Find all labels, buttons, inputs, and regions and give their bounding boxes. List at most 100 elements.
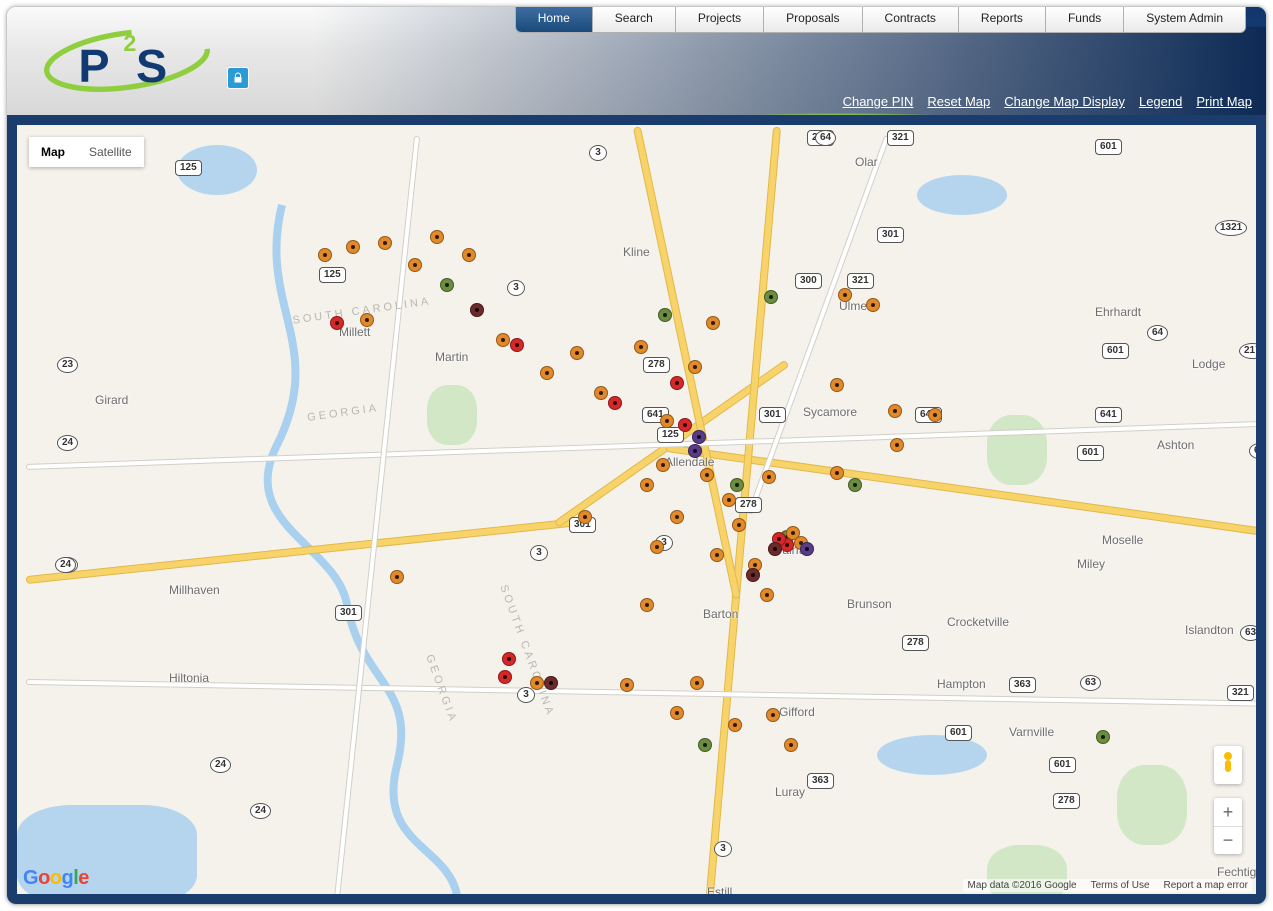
map-marker[interactable] xyxy=(830,378,844,392)
nav-tab-home[interactable]: Home xyxy=(516,7,593,32)
map-marker[interactable] xyxy=(346,240,360,254)
map-marker[interactable] xyxy=(640,598,654,612)
map-marker[interactable] xyxy=(510,338,524,352)
route-shield: 301 xyxy=(335,605,362,621)
map-marker[interactable] xyxy=(700,468,714,482)
map-marker[interactable] xyxy=(766,708,780,722)
map-marker[interactable] xyxy=(502,652,516,666)
map-marker[interactable] xyxy=(866,298,880,312)
town-label: Moselle xyxy=(1102,533,1143,547)
map-marker[interactable] xyxy=(830,466,844,480)
map-marker[interactable] xyxy=(578,510,592,524)
map-marker[interactable] xyxy=(762,470,776,484)
nav-tab-funds[interactable]: Funds xyxy=(1046,7,1124,32)
map-marker[interactable] xyxy=(698,738,712,752)
town-label: Miley xyxy=(1077,557,1105,571)
map-marker[interactable] xyxy=(660,414,674,428)
town-label: Martin xyxy=(435,350,468,364)
route-shield: 217 xyxy=(1239,343,1256,359)
report-error-link[interactable]: Report a map error xyxy=(1164,880,1248,891)
terms-link[interactable]: Terms of Use xyxy=(1091,880,1150,891)
water-area xyxy=(917,175,1007,215)
map-marker[interactable] xyxy=(544,676,558,690)
nav-tab-projects[interactable]: Projects xyxy=(676,7,764,32)
map-marker[interactable] xyxy=(670,376,684,390)
map-marker[interactable] xyxy=(888,404,902,418)
lock-icon[interactable] xyxy=(227,67,249,89)
map-marker[interactable] xyxy=(746,568,760,582)
town-label: Islandton xyxy=(1185,623,1234,637)
nav-tab-reports[interactable]: Reports xyxy=(959,7,1046,32)
nav-tab-contracts[interactable]: Contracts xyxy=(863,7,959,32)
map-marker[interactable] xyxy=(728,718,742,732)
map-marker[interactable] xyxy=(670,510,684,524)
map-marker[interactable] xyxy=(620,678,634,692)
map-marker[interactable] xyxy=(890,438,904,452)
map-marker[interactable] xyxy=(706,316,720,330)
link-print-map[interactable]: Print Map xyxy=(1196,94,1252,109)
map-marker[interactable] xyxy=(496,333,510,347)
map-marker[interactable] xyxy=(722,493,736,507)
map-marker[interactable] xyxy=(768,542,782,556)
map-marker[interactable] xyxy=(318,248,332,262)
map-marker[interactable] xyxy=(408,258,422,272)
map-marker[interactable] xyxy=(690,676,704,690)
map-marker[interactable] xyxy=(570,346,584,360)
map-marker[interactable] xyxy=(608,396,622,410)
route-shield: 3 xyxy=(517,687,535,703)
map-canvas[interactable]: MapSatellite + − Google Map data ©2016 G… xyxy=(17,125,1256,894)
nav-tab-proposals[interactable]: Proposals xyxy=(764,7,862,32)
map-marker[interactable] xyxy=(730,478,744,492)
nav-tab-search[interactable]: Search xyxy=(593,7,676,32)
map-marker[interactable] xyxy=(360,313,374,327)
map-marker[interactable] xyxy=(848,478,862,492)
map-marker[interactable] xyxy=(658,308,672,322)
road xyxy=(27,680,1256,706)
map-marker[interactable] xyxy=(390,570,404,584)
link-reset-map[interactable]: Reset Map xyxy=(927,94,990,109)
map-marker[interactable] xyxy=(498,670,512,684)
map-marker[interactable] xyxy=(838,288,852,302)
map-marker[interactable] xyxy=(1096,730,1110,744)
zoom-in-button[interactable]: + xyxy=(1214,798,1242,826)
map-type-satellite[interactable]: Satellite xyxy=(77,137,144,167)
link-legend[interactable]: Legend xyxy=(1139,94,1182,109)
map-marker[interactable] xyxy=(800,542,814,556)
streetview-pegman[interactable] xyxy=(1214,746,1242,784)
park-area xyxy=(1117,765,1187,845)
map-marker[interactable] xyxy=(530,676,544,690)
map-marker[interactable] xyxy=(430,230,444,244)
map-marker[interactable] xyxy=(540,366,554,380)
map-marker[interactable] xyxy=(732,518,746,532)
route-shield: 125 xyxy=(319,267,346,283)
map-marker[interactable] xyxy=(656,458,670,472)
map-marker[interactable] xyxy=(634,340,648,354)
link-change-pin[interactable]: Change PIN xyxy=(843,94,914,109)
town-label: Hampton xyxy=(937,677,986,691)
map-marker[interactable] xyxy=(670,706,684,720)
map-marker[interactable] xyxy=(688,360,702,374)
nav-tab-system-admin[interactable]: System Admin xyxy=(1124,7,1245,32)
map-marker[interactable] xyxy=(764,290,778,304)
town-label: Millett xyxy=(339,325,370,339)
map-marker[interactable] xyxy=(594,386,608,400)
map-marker[interactable] xyxy=(692,430,706,444)
map-marker[interactable] xyxy=(650,540,664,554)
google-logo: Google xyxy=(23,867,89,890)
map-marker[interactable] xyxy=(688,444,702,458)
link-change-map-display[interactable]: Change Map Display xyxy=(1004,94,1125,109)
map-marker[interactable] xyxy=(640,478,654,492)
zoom-out-button[interactable]: − xyxy=(1214,826,1242,854)
map-marker[interactable] xyxy=(440,278,454,292)
route-shield: 24 xyxy=(57,435,78,451)
map-marker[interactable] xyxy=(784,738,798,752)
map-marker[interactable] xyxy=(462,248,476,262)
map-type-map[interactable]: Map xyxy=(29,137,77,167)
map-marker[interactable] xyxy=(330,316,344,330)
map-marker[interactable] xyxy=(710,548,724,562)
map-marker[interactable] xyxy=(378,236,392,250)
map-marker[interactable] xyxy=(928,408,942,422)
map-marker[interactable] xyxy=(678,418,692,432)
map-marker[interactable] xyxy=(760,588,774,602)
map-marker[interactable] xyxy=(470,303,484,317)
